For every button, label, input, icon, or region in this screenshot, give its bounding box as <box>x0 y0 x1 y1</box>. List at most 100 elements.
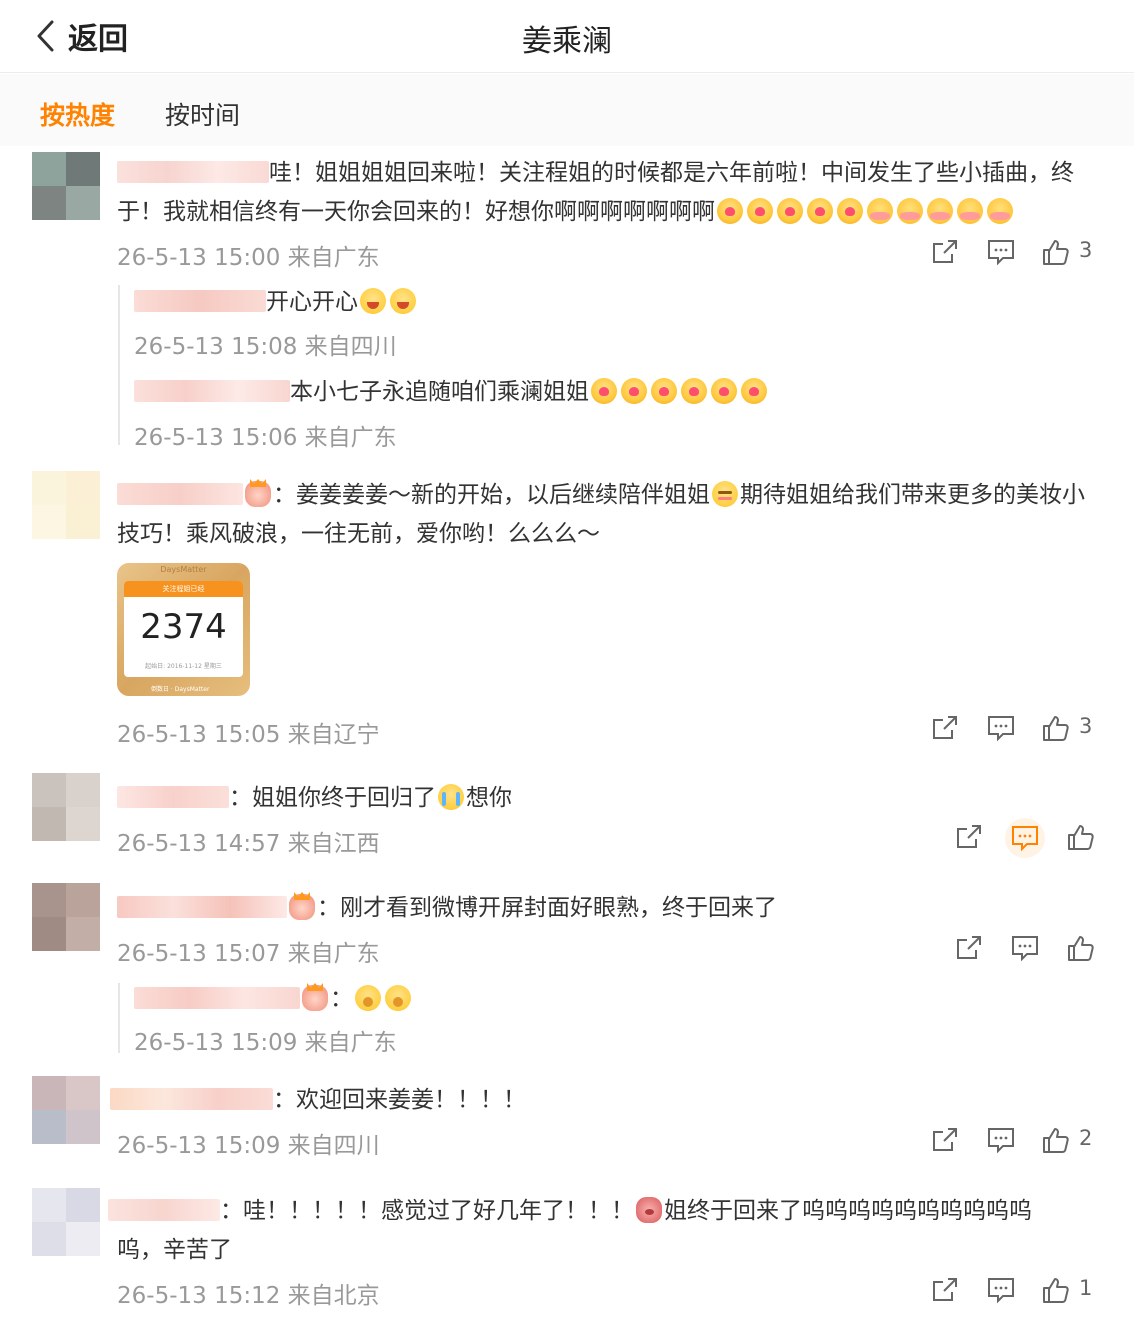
like-button[interactable] <box>1041 1275 1073 1307</box>
share-button[interactable] <box>954 822 986 854</box>
page-title: 姜乘澜 <box>522 24 612 59</box>
share-icon <box>933 1128 957 1151</box>
days-counter-card: 关注程姐已经 2374 起始日: 2016-11-12 星期三 <box>124 581 243 677</box>
hug-emoji-icon <box>957 198 983 224</box>
reply-meta: 26-5-13 15:08 来自四川 <box>134 334 397 360</box>
comment-text: ：姐姐你终于回归了 想你 <box>117 782 512 814</box>
reply-thread <box>118 285 120 445</box>
reply-text: 开心开心 <box>134 286 418 318</box>
thumbs-up-icon <box>1043 716 1069 741</box>
days-counter-number: 2374 <box>140 607 227 647</box>
share-button[interactable] <box>930 1125 962 1157</box>
heart-eyes-emoji-icon <box>717 198 743 224</box>
like-count: 3 <box>1079 714 1093 738</box>
comment-actions <box>954 818 1100 858</box>
thumbs-up-icon <box>1043 1278 1069 1303</box>
like-button[interactable] <box>1066 822 1098 854</box>
username-blurred[interactable] <box>117 786 229 808</box>
username-blurred[interactable] <box>117 896 287 918</box>
heart-eyes-emoji-icon <box>741 378 767 404</box>
comment-text: ：哇！！！！！感觉过了好几年了！！！ 姐终于回来了呜呜呜呜呜呜呜呜呜呜 <box>108 1195 1032 1227</box>
crown-badge-icon <box>302 985 328 1011</box>
like-count: 3 <box>1079 238 1093 262</box>
username-blurred[interactable] <box>108 1199 220 1221</box>
heart-eyes-emoji-icon <box>837 198 863 224</box>
hug-emoji-icon <box>927 198 953 224</box>
comment-button[interactable] <box>986 1275 1018 1307</box>
hug-emoji-icon <box>987 198 1013 224</box>
reply-text: ： <box>134 983 413 1015</box>
photo-footer: 倒数日 · DaysMatter <box>151 686 210 693</box>
heart-eyes-emoji-icon <box>711 378 737 404</box>
comment-button[interactable] <box>986 713 1018 745</box>
pray-emoji-icon <box>355 985 381 1011</box>
username-blurred[interactable] <box>134 987 300 1009</box>
heart-eyes-emoji-icon <box>777 198 803 224</box>
days-counter-start-date: 起始日: 2016-11-12 星期三 <box>145 663 222 670</box>
like-button[interactable] <box>1041 237 1073 269</box>
avatar[interactable] <box>32 152 100 220</box>
username-blurred[interactable] <box>117 161 269 183</box>
username-blurred[interactable] <box>134 290 266 312</box>
crown-badge-icon <box>289 894 315 920</box>
reply-text: 本小七子永追随咱们乘澜姐姐 <box>134 376 769 408</box>
avatar[interactable] <box>32 471 100 539</box>
comment-actions <box>954 933 1100 965</box>
comment-meta: 26-5-13 15:05 来自辽宁 <box>117 722 380 748</box>
comment-meta: 26-5-13 15:00 来自广东 <box>117 245 380 271</box>
comment-icon <box>1012 826 1038 852</box>
thumbs-up-icon <box>1043 1128 1069 1153</box>
comment-meta: 26-5-13 15:09 来自四川 <box>117 1133 380 1159</box>
share-button[interactable] <box>930 713 962 745</box>
comment-icon <box>988 1128 1014 1154</box>
comment-button[interactable] <box>1005 818 1045 858</box>
share-button[interactable] <box>954 933 986 965</box>
avatar[interactable] <box>32 1188 100 1256</box>
avatar[interactable] <box>32 1076 100 1144</box>
share-icon <box>933 1278 957 1301</box>
share-icon <box>957 825 981 848</box>
avatar[interactable] <box>32 773 100 841</box>
avatar[interactable] <box>32 883 100 951</box>
days-counter-label: 关注程姐已经 <box>124 581 243 597</box>
tab-sort-by-hot[interactable]: 按热度 <box>40 96 115 132</box>
like-button[interactable] <box>1041 1125 1073 1157</box>
reply-thread <box>118 983 120 1053</box>
crying-emoji-icon <box>438 784 464 810</box>
like-button[interactable] <box>1066 933 1098 965</box>
share-icon <box>933 240 957 263</box>
attached-image[interactable]: DaysMatter 关注程姐已经 2374 起始日: 2016-11-12 星… <box>117 563 250 696</box>
comment-actions: 3 <box>930 713 1100 745</box>
comment-button[interactable] <box>986 1125 1018 1157</box>
comment-actions: 1 <box>930 1275 1100 1307</box>
hug-emoji-icon <box>867 198 893 224</box>
comment-text: 哇！姐姐姐姐回来啦！关注程姐的时候都是六年前啦！中间发生了些小插曲，终 <box>117 157 1074 189</box>
thumbs-up-icon <box>1043 240 1069 265</box>
pray-emoji-icon <box>385 985 411 1011</box>
share-icon <box>957 936 981 959</box>
comment-text: ：欢迎回来姜姜！！！！ <box>110 1084 526 1116</box>
comment-text: ：姜姜姜姜～新的开始，以后继续陪伴姐姐 期待姐姐给我们带来更多的美妆小 <box>117 479 1085 511</box>
top-bar: 返回 姜乘澜 <box>0 0 1134 73</box>
sort-bar: 按热度 按时间 <box>0 74 1134 146</box>
comment-actions: 2 <box>930 1125 1100 1157</box>
share-button[interactable] <box>930 1275 962 1307</box>
comment-text: 技巧！乘风破浪，一往无前，爱你哟！么么么～ <box>117 521 600 547</box>
like-button[interactable] <box>1041 713 1073 745</box>
tab-sort-by-time[interactable]: 按时间 <box>165 96 240 132</box>
comment-button[interactable] <box>986 237 1018 269</box>
comment-text: 呜，辛苦了 <box>117 1237 232 1263</box>
comment-icon <box>1012 936 1038 962</box>
username-blurred[interactable] <box>117 483 243 505</box>
heart-eyes-emoji-icon <box>591 378 617 404</box>
heart-eyes-emoji-icon <box>621 378 647 404</box>
happy-emoji-icon <box>390 288 416 314</box>
like-count: 1 <box>1079 1276 1093 1300</box>
thumbs-up-icon <box>1068 936 1094 961</box>
username-blurred[interactable] <box>110 1088 273 1110</box>
share-button[interactable] <box>930 237 962 269</box>
comment-button[interactable] <box>1010 933 1042 965</box>
username-blurred[interactable] <box>134 380 290 402</box>
happy-emoji-icon <box>360 288 386 314</box>
reply-meta: 26-5-13 15:09 来自广东 <box>134 1030 397 1056</box>
